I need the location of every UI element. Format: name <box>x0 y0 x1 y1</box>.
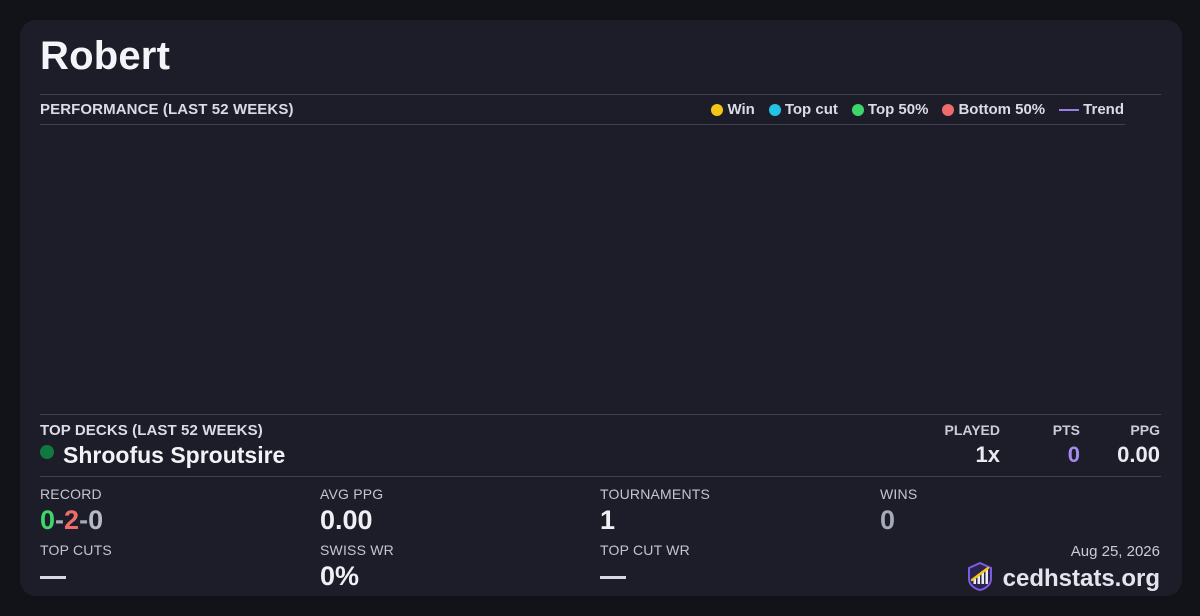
divider <box>40 476 1161 477</box>
avg-ppg-label: AVG PPG <box>320 486 384 502</box>
cedhstats-logo-icon <box>965 561 995 596</box>
brand-link[interactable]: cedhstats.org <box>965 561 1160 596</box>
swiss-wr-value: 0% <box>320 561 360 591</box>
legend-win: Win <box>711 101 755 118</box>
deck-pts: 0 <box>1067 442 1080 467</box>
legend-win-label: Win <box>727 101 755 118</box>
top-cuts-label: TOP CUTS <box>40 542 112 558</box>
legend-bottom-50: Bottom 50% <box>942 101 1045 118</box>
tournaments-value: 1 <box>600 505 616 535</box>
record-wins: 0 <box>40 505 56 535</box>
trend-line-icon <box>1059 108 1080 111</box>
tournaments-label: TOURNAMENTS <box>600 486 711 502</box>
legend-trend-label: Trend <box>1083 101 1124 118</box>
top-cut-wr-value <box>600 561 626 592</box>
performance-label: PERFORMANCE (LAST 52 WEEKS) <box>40 101 294 118</box>
bottom-50-dot-icon <box>942 103 955 116</box>
record-separator: - <box>79 505 89 535</box>
deck-color-dot-icon <box>40 444 54 459</box>
divider <box>40 414 1161 415</box>
record-label: RECORD <box>40 486 102 502</box>
deck-row[interactable]: Shroofus Sproutsire <box>40 442 285 469</box>
chart-legend: Win Top cut Top 50% Bottom 50% Trend <box>711 101 1124 118</box>
divider <box>40 94 1161 95</box>
record-losses: 2 <box>64 505 80 535</box>
player-name: Robert <box>40 34 171 78</box>
win-dot-icon <box>711 103 724 116</box>
performance-chart-area <box>40 126 1125 412</box>
legend-top-50-label: Top 50% <box>867 101 929 118</box>
record-value: 0-2-0 <box>40 505 103 536</box>
top-cut-wr-label: TOP CUT WR <box>600 542 690 558</box>
empty-dash-icon <box>600 576 626 580</box>
legend-top-50: Top 50% <box>851 101 929 118</box>
brand-name[interactable]: cedhstats.org <box>1003 565 1160 593</box>
top-50-dot-icon <box>851 103 864 116</box>
played-column-header: PLAYED <box>944 422 1000 438</box>
ppg-column-header: PPG <box>1130 422 1160 438</box>
legend-bottom-50-label: Bottom 50% <box>958 101 1046 118</box>
top-decks-label: TOP DECKS (LAST 52 WEEKS) <box>40 422 263 439</box>
chart-top-divider <box>40 124 1125 125</box>
record-separator: - <box>55 505 65 535</box>
deck-played: 1x <box>975 442 1000 467</box>
wins-value: 0 <box>880 505 896 535</box>
legend-trend: Trend <box>1059 101 1124 118</box>
empty-dash-icon <box>40 576 66 580</box>
record-draws: 0 <box>88 505 104 535</box>
deck-ppg: 0.00 <box>1117 442 1160 467</box>
pts-column-header: PTS <box>1052 422 1080 438</box>
wins-label: WINS <box>880 486 918 502</box>
top-cuts-value <box>40 561 66 592</box>
legend-top-cut: Top cut <box>768 101 838 118</box>
avg-ppg-value: 0.00 <box>320 505 373 535</box>
generated-date: Aug 25, 2026 <box>1070 543 1160 560</box>
deck-name[interactable]: Shroofus Sproutsire <box>63 442 285 469</box>
top-cut-dot-icon <box>768 103 781 116</box>
legend-top-cut-label: Top cut <box>784 101 838 118</box>
swiss-wr-label: SWISS WR <box>320 542 394 558</box>
